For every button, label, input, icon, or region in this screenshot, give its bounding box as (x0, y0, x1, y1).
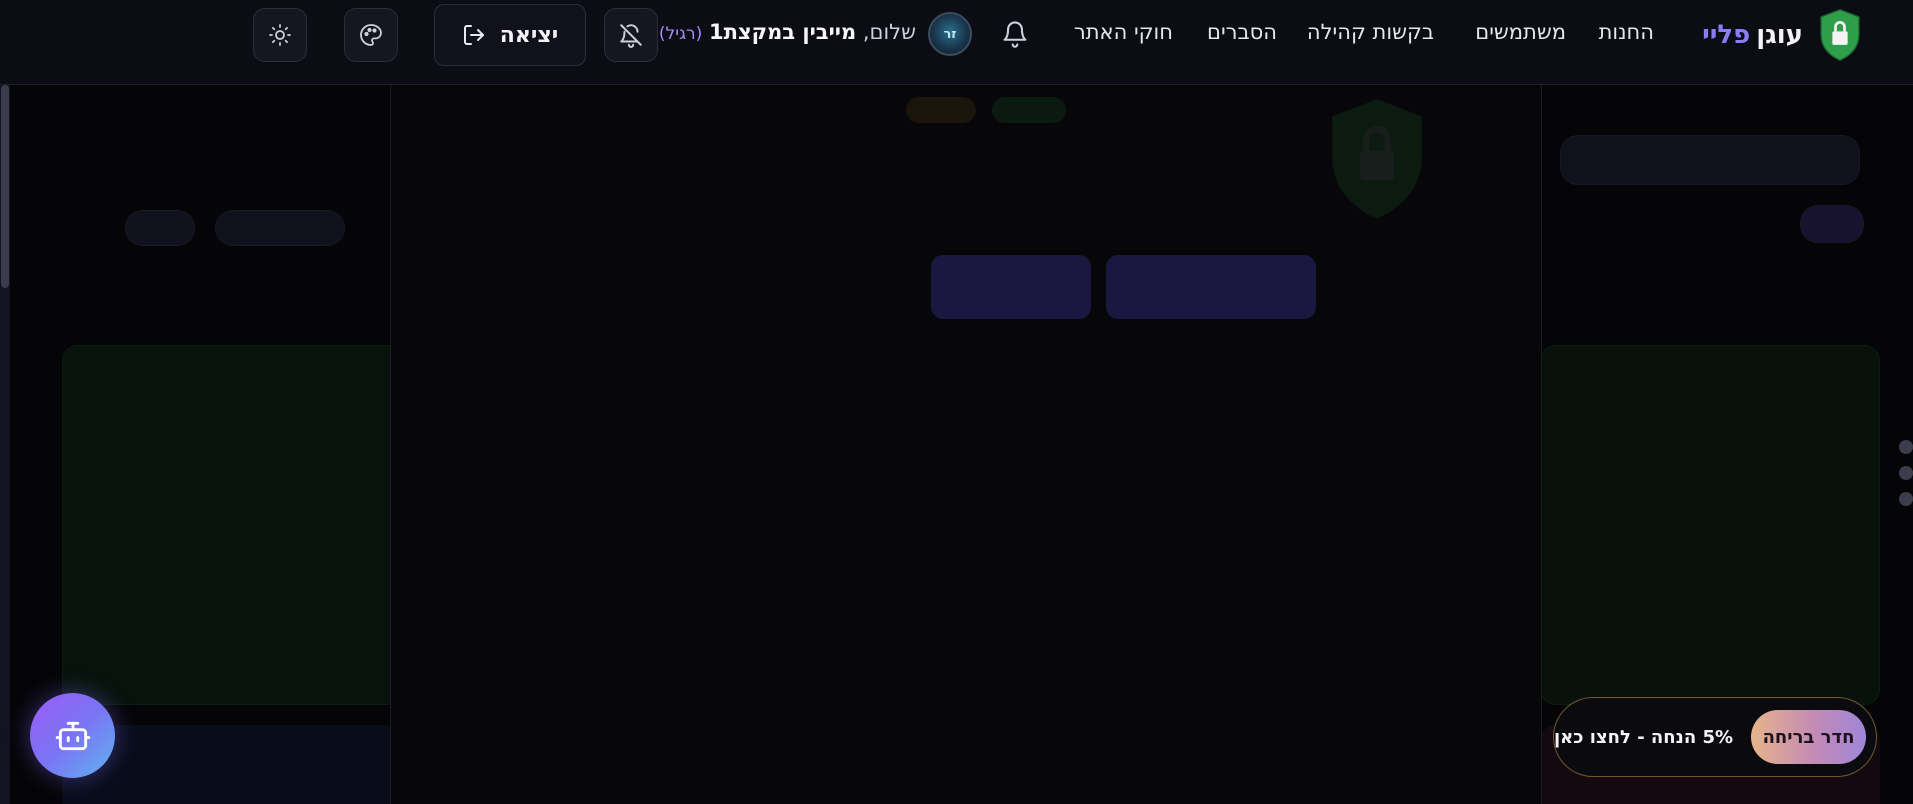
promo-chip[interactable]: חדר בריחה (1751, 710, 1866, 764)
nav-link-users[interactable]: משתמשים (1475, 20, 1566, 44)
avatar-initials: זר (943, 26, 957, 42)
site-logo[interactable]: עוגןפליי (1702, 8, 1863, 62)
nav-link-site-rules[interactable]: חוקי האתר (1074, 20, 1173, 44)
carousel-dot[interactable] (1899, 440, 1913, 454)
logo-word-2: פליי (1702, 20, 1751, 50)
modal-primary-button[interactable] (1106, 255, 1316, 319)
scrollbar-thumb[interactable] (1, 85, 9, 288)
logo-text: עוגןפליי (1702, 20, 1803, 50)
bg-filter-chip (1800, 205, 1864, 243)
bg-filter-chip (215, 210, 345, 246)
bg-product-card (62, 345, 402, 705)
ai-assistant-button[interactable] (30, 693, 115, 778)
logout-icon (463, 25, 484, 45)
sun-icon (269, 24, 291, 46)
carousel-dot[interactable] (1899, 492, 1913, 506)
product-detail-modal (390, 85, 1542, 804)
bell-icon (1003, 21, 1027, 48)
left-scrollbar[interactable] (0, 85, 10, 804)
top-navigation-bar: עוגןפליי החנות משתמשים בקשות קהילה הסברי… (0, 0, 1913, 85)
user-name: מייבין במקצת1 (708, 20, 857, 44)
modal-secondary-button[interactable] (931, 255, 1091, 319)
logout-button[interactable]: יציאה (434, 4, 586, 66)
notifications-button[interactable] (995, 14, 1035, 54)
robot-icon (55, 721, 90, 750)
nav-link-explanations[interactable]: הסברים (1207, 20, 1277, 44)
nav-link-store[interactable]: החנות (1599, 20, 1654, 44)
shield-lock-icon (1820, 9, 1860, 61)
shield-lock-icon (1332, 99, 1422, 219)
palette-icon (360, 24, 382, 46)
bg-badge (906, 97, 976, 123)
bg-badge (992, 97, 1066, 123)
greeting-text: שלום, (862, 20, 916, 44)
logo-word-1: עוגן (1756, 20, 1803, 50)
logout-label: יציאה (499, 22, 559, 48)
escape-room-promo-banner[interactable]: חדר בריחה 5% הנחה - לחצו כאן (1553, 697, 1877, 777)
carousel-dot[interactable] (1899, 466, 1913, 480)
user-role: (רגיל) (658, 24, 703, 44)
nav-link-community-requests[interactable]: בקשות קהילה (1307, 20, 1434, 44)
user-greeting: שלום, מייבין במקצת1 (רגיל) (659, 20, 916, 44)
promo-text: 5% הנחה - לחצו כאן (1554, 726, 1734, 748)
avatar[interactable]: זר (928, 12, 972, 56)
bell-off-icon (620, 24, 642, 48)
carousel-dots (1899, 440, 1913, 518)
mute-notifications-button[interactable] (604, 8, 658, 62)
bg-search-box (1560, 135, 1860, 185)
bg-filter-chip (125, 210, 195, 246)
theme-toggle-button[interactable] (253, 8, 307, 62)
color-palette-button[interactable] (344, 8, 398, 62)
bg-product-card (1540, 345, 1880, 705)
